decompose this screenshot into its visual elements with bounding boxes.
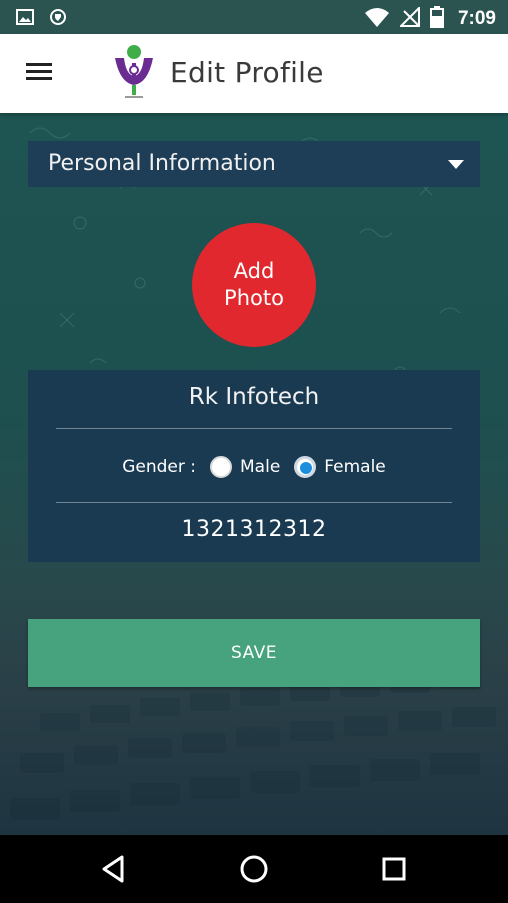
app-bar: Edit Profile	[0, 34, 508, 113]
home-icon	[240, 855, 268, 883]
male-radio[interactable]	[210, 456, 233, 478]
add-photo-label-line2: Photo	[224, 286, 284, 310]
image-icon	[16, 9, 34, 29]
no-signal-icon	[398, 5, 420, 31]
navigation-bar	[0, 835, 508, 903]
section-dropdown-value: Personal Information	[48, 151, 276, 176]
recents-icon	[382, 857, 406, 881]
shield-icon	[50, 9, 66, 29]
female-option-label[interactable]: Female	[324, 457, 385, 477]
female-radio[interactable]	[294, 456, 317, 478]
status-bar: 7:09	[0, 0, 508, 34]
gender-selector: Gender : Male Female	[28, 452, 480, 482]
back-button[interactable]	[94, 849, 134, 889]
male-option-label[interactable]: Male	[240, 457, 280, 477]
page-title: Edit Profile	[170, 56, 324, 89]
back-icon	[102, 855, 124, 883]
add-photo-button[interactable]: Add Photo	[192, 223, 316, 347]
divider	[56, 502, 452, 503]
home-button[interactable]	[234, 849, 274, 889]
name-field[interactable]: Rk Infotech	[28, 384, 480, 410]
app-logo	[112, 43, 156, 103]
add-photo-label-line1: Add	[233, 259, 275, 283]
save-button[interactable]: SAVE	[28, 619, 480, 687]
menu-button[interactable]	[20, 57, 58, 91]
dropdown-arrow-icon	[448, 160, 464, 169]
phone-field[interactable]: 1321312312	[28, 517, 480, 542]
section-dropdown[interactable]: Personal Information	[28, 141, 480, 187]
main-content: Personal Information Add Photo Rk Infote…	[0, 113, 508, 835]
divider	[56, 428, 452, 429]
clock: 7:09	[457, 8, 496, 29]
gender-label: Gender :	[122, 457, 197, 477]
battery-icon	[429, 6, 444, 32]
recents-button[interactable]	[374, 849, 414, 889]
profile-card: Rk Infotech Gender : Male Female 1321312…	[28, 370, 480, 562]
wifi-icon	[364, 7, 390, 31]
menu-icon	[26, 63, 52, 66]
